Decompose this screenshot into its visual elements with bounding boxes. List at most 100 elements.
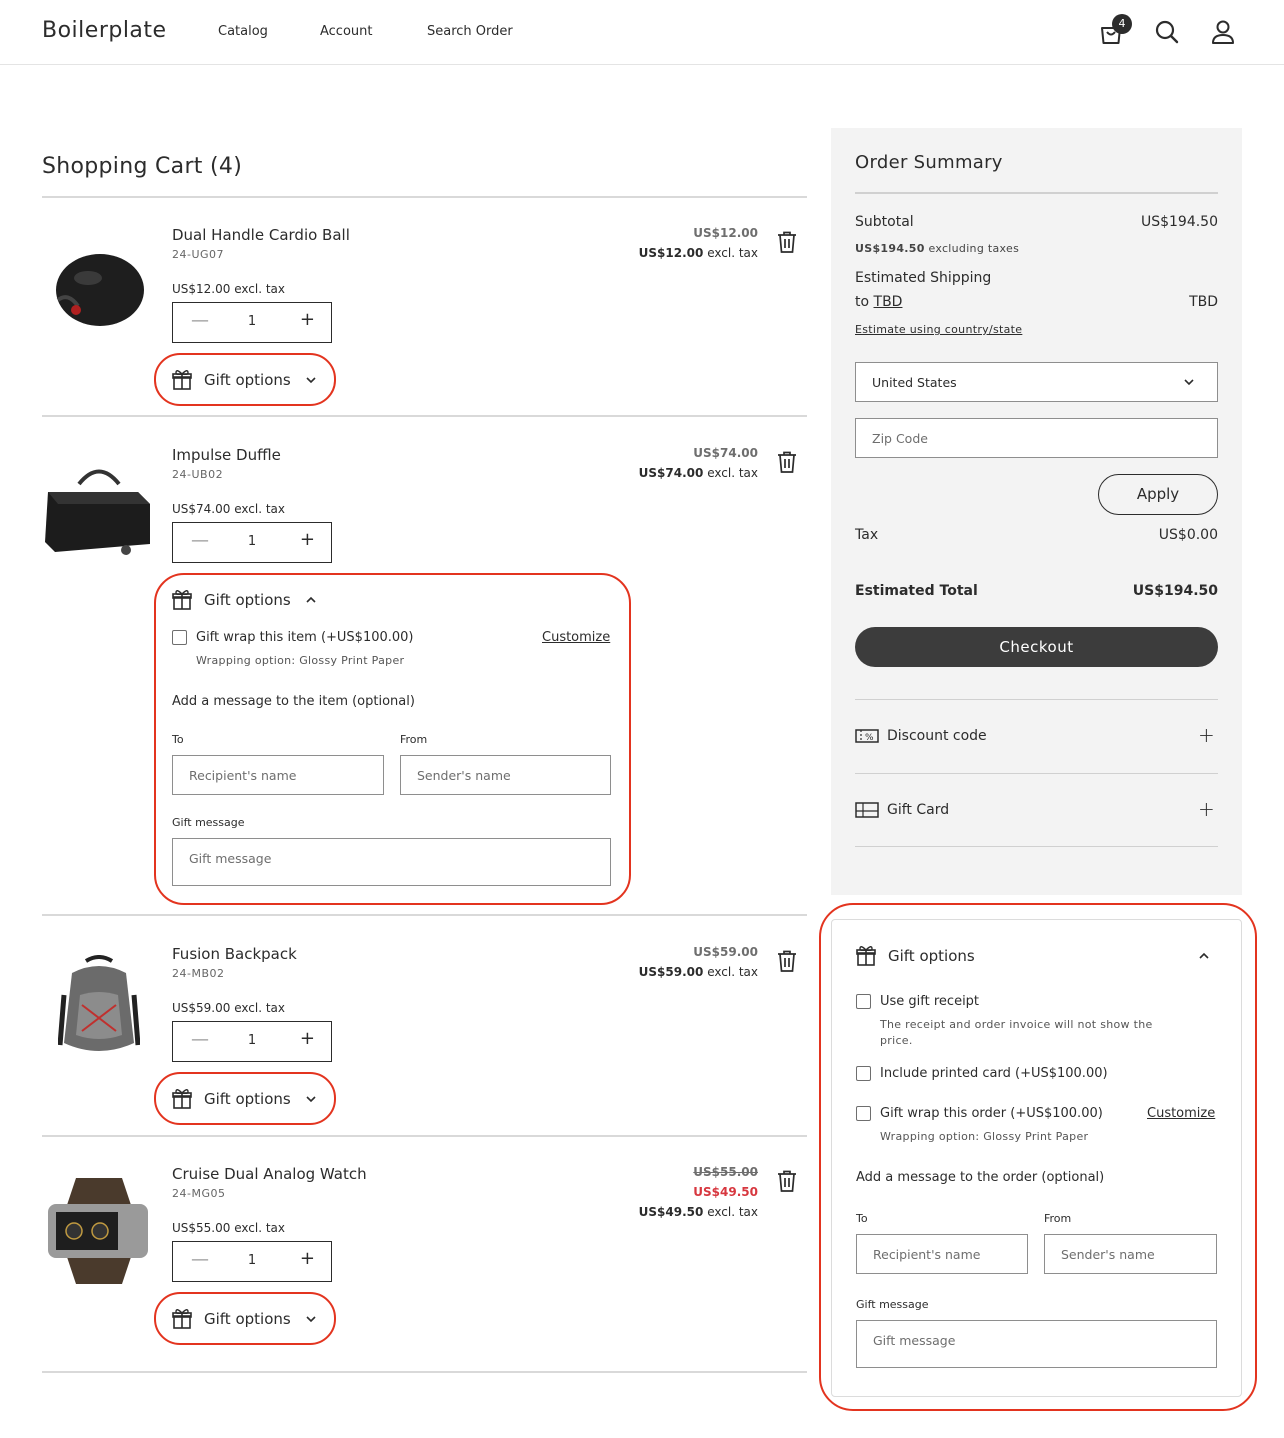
gift-wrap-label: Gift wrap this item (+US$100.00) xyxy=(196,630,414,645)
nav-catalog[interactable]: Catalog xyxy=(218,24,268,39)
item-name[interactable]: Impulse Duffle xyxy=(172,446,281,464)
divider xyxy=(42,1135,807,1137)
search-icon[interactable] xyxy=(1153,18,1181,46)
row-price-excl: US$12.00 excl. tax xyxy=(638,246,758,260)
shipping-value: TBD xyxy=(1189,294,1218,310)
chevron-down-icon xyxy=(1184,379,1194,386)
gift-options-toggle[interactable]: Gift options xyxy=(172,587,329,613)
divider xyxy=(855,846,1218,847)
sale-price: US$49.50 xyxy=(693,1185,758,1199)
increase-button[interactable]: + xyxy=(300,1028,315,1049)
brand-logo[interactable]: Boilerplate xyxy=(42,18,167,43)
quantity-stepper: — 1 + xyxy=(172,1241,332,1282)
order-sender-name-input[interactable]: Sender's name xyxy=(1044,1234,1217,1274)
expand-plus-icon[interactable]: + xyxy=(1198,723,1215,747)
item-unit-price: US$74.00 excl. tax xyxy=(172,502,286,516)
quantity-stepper: — 1 + xyxy=(172,302,332,343)
gift-receipt-note: The receipt and order invoice will not s… xyxy=(880,1018,1153,1031)
item-name[interactable]: Fusion Backpack xyxy=(172,945,297,963)
trash-icon[interactable] xyxy=(777,1170,797,1192)
gift-wrap-checkbox[interactable] xyxy=(172,630,187,645)
gift-message-input[interactable]: Gift message xyxy=(172,838,611,886)
increase-button[interactable]: + xyxy=(300,1248,315,1269)
row-price: US$74.00 xyxy=(693,446,758,460)
from-label: From xyxy=(1044,1212,1072,1225)
chevron-up-icon xyxy=(1199,952,1209,959)
zip-code-input[interactable]: Zip Code xyxy=(855,418,1218,458)
sender-name-input[interactable]: Sender's name xyxy=(400,755,611,795)
quantity-stepper: — 1 + xyxy=(172,1021,332,1062)
recipient-name-input[interactable]: Recipient's name xyxy=(172,755,384,795)
customize-link[interactable]: Customize xyxy=(542,630,610,645)
shipping-label: Estimated Shipping xyxy=(855,270,992,286)
customize-link[interactable]: Customize xyxy=(1147,1106,1215,1121)
gift-card-label[interactable]: Gift Card xyxy=(887,802,949,818)
trash-icon[interactable] xyxy=(777,950,797,972)
subtotal-excl: US$194.50 excluding taxes xyxy=(855,242,1020,255)
gift-wrap-order-checkbox[interactable] xyxy=(856,1106,871,1121)
product-image-watch[interactable] xyxy=(46,1176,152,1286)
discount-code-label[interactable]: Discount code xyxy=(887,728,987,744)
expand-plus-icon[interactable]: + xyxy=(1198,797,1215,821)
item-sku: 24-UB02 xyxy=(172,468,224,481)
order-gift-options-toggle[interactable]: Gift options xyxy=(856,943,1218,969)
svg-text:%: % xyxy=(865,733,874,743)
printed-card-checkbox[interactable] xyxy=(856,1066,871,1081)
shipping-to-link[interactable]: TBD xyxy=(874,294,903,310)
divider xyxy=(42,196,807,198)
product-image-cardio-ball[interactable] xyxy=(50,250,150,330)
to-label: To xyxy=(856,1212,868,1225)
gift-receipt-label: Use gift receipt xyxy=(880,994,980,1009)
wrap-option-text: Wrapping option: Glossy Print Paper xyxy=(196,654,405,667)
trash-icon[interactable] xyxy=(777,451,797,473)
gift-options-toggle[interactable]: Gift options xyxy=(172,1306,329,1332)
gift-options-label: Gift options xyxy=(204,1090,291,1108)
gift-icon xyxy=(172,590,192,610)
nav-search-order[interactable]: Search Order xyxy=(427,24,513,39)
subtotal-value: US$194.50 xyxy=(1140,214,1218,230)
divider xyxy=(855,192,1218,194)
original-price: US$55.00 xyxy=(693,1165,758,1179)
chevron-down-icon xyxy=(306,1316,316,1323)
item-unit-price: US$12.00 excl. tax xyxy=(172,282,286,296)
country-select[interactable]: United States xyxy=(855,362,1218,402)
item-sku: 24-MB02 xyxy=(172,967,225,980)
site-header: Boilerplate Catalog Account Search Order… xyxy=(0,0,1284,65)
gift-card-icon xyxy=(855,802,879,818)
divider xyxy=(42,914,807,916)
trash-icon[interactable] xyxy=(777,231,797,253)
gift-options-toggle[interactable]: Gift options xyxy=(172,367,329,393)
item-unit-price: US$59.00 excl. tax xyxy=(172,1001,286,1015)
estimate-link[interactable]: Estimate using country/state xyxy=(855,323,1022,336)
cart-count-badge: 4 xyxy=(1112,14,1132,34)
tax-value: US$0.00 xyxy=(1158,527,1218,543)
item-name[interactable]: Dual Handle Cardio Ball xyxy=(172,226,350,244)
total-label: Estimated Total xyxy=(855,583,978,599)
nav-account[interactable]: Account xyxy=(320,24,373,39)
order-gift-message-input[interactable]: Gift message xyxy=(856,1320,1217,1368)
increase-button[interactable]: + xyxy=(300,309,315,330)
printed-card-label: Include printed card (+US$100.00) xyxy=(880,1066,1108,1081)
row-price: US$59.00 xyxy=(693,945,758,959)
product-image-backpack[interactable] xyxy=(58,955,140,1065)
divider xyxy=(855,773,1218,774)
item-name[interactable]: Cruise Dual Analog Watch xyxy=(172,1165,367,1183)
gift-icon xyxy=(856,946,876,966)
discount-icon: % xyxy=(855,729,879,743)
row-price-excl: US$74.00 excl. tax xyxy=(638,466,758,480)
chevron-down-icon xyxy=(306,377,316,384)
increase-button[interactable]: + xyxy=(300,529,315,550)
divider xyxy=(42,1371,807,1373)
order-recipient-name-input[interactable]: Recipient's name xyxy=(856,1234,1028,1274)
checkout-button[interactable]: Checkout xyxy=(855,627,1218,667)
cart-title: Shopping Cart (4) xyxy=(42,154,243,179)
account-icon[interactable] xyxy=(1209,18,1237,46)
gift-options-toggle[interactable]: Gift options xyxy=(172,1086,329,1112)
row-price-excl: US$49.50 excl. tax xyxy=(638,1205,758,1219)
gift-receipt-checkbox[interactable] xyxy=(856,994,871,1009)
gift-options-label: Gift options xyxy=(204,1310,291,1328)
apply-button[interactable]: Apply xyxy=(1098,474,1218,515)
product-image-duffle[interactable] xyxy=(44,462,154,562)
gift-icon xyxy=(172,370,192,390)
gift-icon xyxy=(172,1309,192,1329)
